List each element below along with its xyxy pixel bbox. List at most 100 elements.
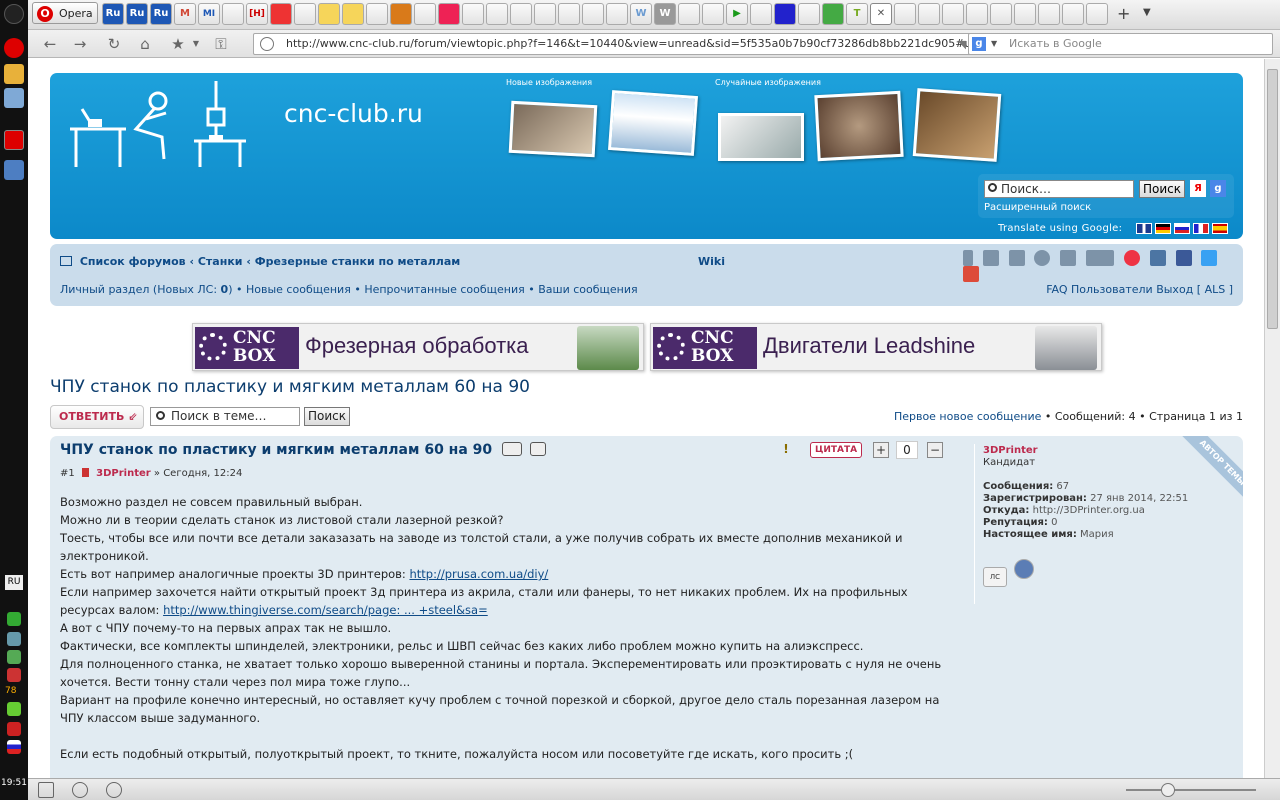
zoom-slider-track[interactable] [1126, 789, 1256, 791]
tab-play[interactable]: ▶ [726, 3, 748, 25]
bookmarks-dropdown-icon[interactable]: ▼ [186, 34, 206, 54]
topic-title[interactable]: ЧПУ станок по пластику и мягким металлам… [50, 377, 530, 397]
flag-de-icon[interactable] [1155, 223, 1171, 234]
font-size-icon[interactable] [1086, 250, 1115, 266]
opera-task-icon[interactable] [4, 130, 24, 150]
tab-cog-3[interactable] [606, 3, 628, 25]
tab-h[interactable]: [H] [246, 3, 268, 25]
pm-button[interactable]: ЛС [983, 567, 1007, 587]
google-search-icon[interactable]: g [1210, 180, 1226, 197]
tab-cog-5[interactable] [990, 3, 1012, 25]
yandex-search-icon[interactable]: Я [1190, 180, 1206, 197]
flag-ru-icon[interactable] [1174, 223, 1190, 234]
unread-posts-link[interactable]: Непрочитанные сообщения [364, 283, 524, 296]
tab-arc[interactable] [294, 3, 316, 25]
quote-button[interactable]: ЦИТАТА [810, 442, 863, 458]
bookmarks-star-icon[interactable]: ★ [168, 34, 188, 54]
back-icon[interactable]: ← [40, 34, 60, 54]
advanced-search-link[interactable]: Расширенный поиск [984, 202, 1091, 213]
tab-globe[interactable] [510, 3, 532, 25]
scrollbar-thumb[interactable] [1267, 69, 1278, 329]
new-posts-link[interactable]: Новые сообщения [246, 283, 351, 296]
tab-gear[interactable] [414, 3, 436, 25]
speed-dial-icon[interactable] [106, 782, 122, 798]
tab-cat-2[interactable] [342, 3, 364, 25]
key-icon[interactable]: ⚿ [211, 34, 231, 54]
users-link[interactable]: Пользователи [1071, 283, 1153, 296]
tab-tree[interactable] [822, 3, 844, 25]
header-search-input[interactable]: Поиск… [984, 180, 1134, 198]
post-author[interactable]: 3DPrinter [96, 468, 151, 479]
tab-cog-2[interactable] [582, 3, 604, 25]
header-search-button[interactable]: Поиск [1139, 180, 1185, 198]
tab-menu-chevron-icon[interactable]: ▼ [1143, 7, 1151, 18]
tab-cat-1[interactable] [318, 3, 340, 25]
tab-mi[interactable]: MI [198, 3, 220, 25]
tab-page-3[interactable] [942, 3, 964, 25]
profile-name[interactable]: 3DPrinter [983, 445, 1188, 457]
rss-icon[interactable]: ◥ [958, 35, 966, 54]
tab-flag[interactable] [774, 3, 796, 25]
tab-blank-1[interactable] [366, 3, 388, 25]
mobile-icon[interactable] [963, 250, 973, 266]
banner-milling[interactable]: CNC BOX Фрезерная обработка [192, 323, 644, 371]
tab-document[interactable] [222, 3, 244, 25]
tab-cog-7[interactable] [1038, 3, 1060, 25]
search-engine-field[interactable]: g ▼ Искать в Google [968, 33, 1273, 55]
vk-icon[interactable] [1149, 250, 1166, 266]
flag-fr-icon[interactable] [1193, 223, 1209, 234]
address-field[interactable]: http://www.cnc-club.ru/forum/viewtopic.p… [253, 33, 989, 55]
banner-leadshine[interactable]: CNC BOX Двигатели Leadshine [650, 323, 1102, 371]
image-icon[interactable] [1060, 250, 1077, 266]
tab-keyboard[interactable] [462, 3, 484, 25]
reload-icon[interactable]: ↻ [104, 34, 124, 54]
print-icon[interactable] [982, 250, 999, 266]
tray-green-icon[interactable] [7, 612, 21, 626]
crumb-mills[interactable]: Фрезерные станки по металлам [255, 255, 461, 268]
prusa-link[interactable]: http://prusa.com.ua/diy/ [409, 567, 548, 581]
odnoklassniki-icon[interactable] [1123, 250, 1140, 266]
forward-icon[interactable]: → [70, 34, 90, 54]
flag-es-icon[interactable] [1212, 223, 1228, 234]
crumb-machines[interactable]: Станки [198, 255, 243, 268]
home-icon[interactable]: ⌂ [135, 34, 155, 54]
profile-posts[interactable]: 67 [1056, 481, 1069, 492]
tray-muted-icon[interactable] [7, 668, 21, 682]
opera-menu-button[interactable]: O Opera [32, 2, 98, 24]
subscribe-icon[interactable] [1034, 250, 1051, 266]
tab-page-2[interactable] [918, 3, 940, 25]
post-title[interactable]: ЧПУ станок по пластику и мягким металлам… [60, 442, 492, 458]
google-plus-icon[interactable] [963, 266, 979, 282]
zoom-slider-knob[interactable] [1161, 783, 1175, 797]
tab-game[interactable] [798, 3, 820, 25]
tray-sync-icon[interactable] [7, 650, 21, 664]
logout-link[interactable]: Выход [ ALS ] [1156, 283, 1233, 296]
folder-icon[interactable] [4, 64, 24, 84]
home-icon[interactable] [60, 256, 72, 266]
tab-ru-1[interactable]: Ru [102, 3, 124, 25]
panel-toggle-icon[interactable] [38, 782, 54, 798]
tab-sun[interactable] [534, 3, 556, 25]
new-image-2[interactable] [608, 90, 698, 156]
turbo-cloud-icon[interactable] [72, 782, 88, 798]
computer-icon[interactable] [4, 88, 24, 108]
tab-active-close[interactable]: ✕ [870, 3, 892, 25]
wiki-link[interactable]: Wiki [698, 255, 725, 268]
tray-flag-icon[interactable] [7, 740, 21, 754]
tab-chart[interactable] [270, 3, 292, 25]
flag-uk-icon[interactable] [1136, 223, 1152, 234]
tab-no-sign[interactable] [678, 3, 700, 25]
site-logo[interactable] [66, 79, 266, 169]
tab-cog-8[interactable] [1062, 3, 1084, 25]
language-indicator[interactable]: RU [5, 575, 23, 590]
windows-icon[interactable] [4, 160, 24, 180]
reply-button[interactable]: ОТВЕТИТЬ ⇙ [50, 405, 144, 429]
random-image-3[interactable] [912, 88, 1002, 162]
post-number[interactable]: #1 [60, 468, 75, 479]
tab-paint[interactable] [438, 3, 460, 25]
opera-launcher-icon[interactable] [4, 38, 24, 58]
engine-dropdown-icon[interactable]: ▼ [991, 34, 997, 54]
personal-section-link[interactable]: Личный раздел (Новых ЛС: 0) [60, 283, 236, 296]
tray-android-icon[interactable] [7, 702, 21, 716]
rate-down-button[interactable]: − [927, 442, 943, 458]
